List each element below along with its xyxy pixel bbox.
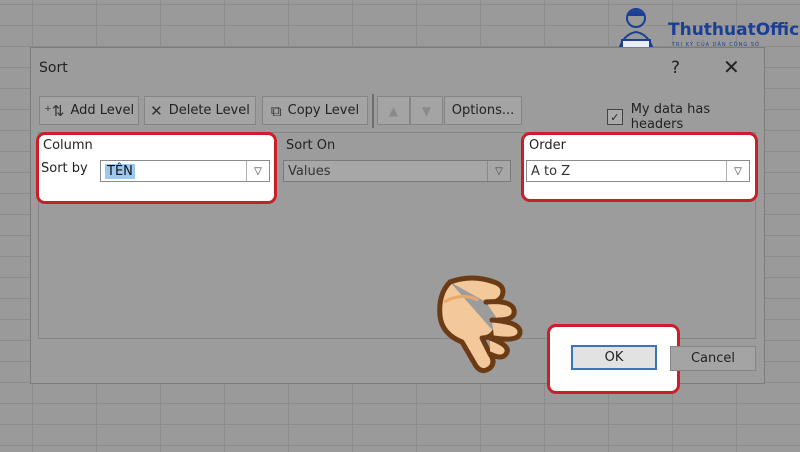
cancel-label: Cancel <box>690 351 736 366</box>
add-level-button[interactable]: ⁺⇅ Add Level <box>39 96 139 125</box>
ok-button[interactable]: OK <box>571 345 657 370</box>
add-level-icon: ⁺⇅ <box>43 101 65 120</box>
cancel-button[interactable]: Cancel <box>670 346 756 371</box>
delete-level-label: Delete Level <box>168 103 250 118</box>
chevron-down-icon[interactable]: ▽ <box>726 161 749 181</box>
sort-by-label: Sort by <box>41 161 88 176</box>
add-level-label: Add Level <box>70 103 135 118</box>
order-dropdown[interactable]: A to Z ▽ <box>526 160 750 182</box>
chevron-down-icon[interactable]: ▽ <box>487 161 510 181</box>
move-up-button[interactable]: ▲ <box>377 96 410 125</box>
copy-level-button[interactable]: ⧉ Copy Level <box>262 96 368 125</box>
help-button[interactable]: ? <box>671 58 680 78</box>
sort-on-value: Values <box>288 164 331 179</box>
checkbox-check-icon[interactable]: ✓ <box>607 109 623 125</box>
options-label: Options... <box>451 103 515 118</box>
my-data-has-headers-checkbox[interactable]: ✓ My data has headers <box>607 102 764 132</box>
order-header: Order <box>529 138 566 153</box>
delete-level-button[interactable]: ✕ Delete Level <box>144 96 256 125</box>
my-data-has-headers-label: My data has headers <box>630 102 711 132</box>
column-dropdown[interactable]: TÊN ▽ <box>100 160 270 182</box>
chevron-down-icon[interactable]: ▽ <box>246 161 269 181</box>
pointing-hand-icon <box>437 275 523 374</box>
sort-on-header: Sort On <box>286 138 336 153</box>
column-header: Column <box>43 138 93 153</box>
copy-level-label: Copy Level <box>287 103 360 118</box>
move-up-icon: ▲ <box>388 103 399 118</box>
ok-label: OK <box>604 350 624 365</box>
column-value: TÊN <box>105 164 135 179</box>
move-down-button[interactable]: ▼ <box>410 96 443 125</box>
options-button[interactable]: Options... <box>444 96 522 125</box>
sort-dialog: Sort ? ✕ ⁺⇅ Add Level ✕ Delete Level ⧉ C… <box>30 47 765 394</box>
logo-brand-text: ThuthuatOffice <box>668 20 800 40</box>
move-down-icon: ▼ <box>421 103 432 118</box>
toolbar-separator <box>372 94 374 128</box>
order-value: A to Z <box>531 164 571 179</box>
sort-on-dropdown[interactable]: Values ▽ <box>283 160 511 182</box>
close-button[interactable]: ✕ <box>723 55 740 79</box>
copy-icon: ⧉ <box>270 101 282 120</box>
delete-icon: ✕ <box>150 101 163 120</box>
dialog-title: Sort <box>39 60 68 76</box>
